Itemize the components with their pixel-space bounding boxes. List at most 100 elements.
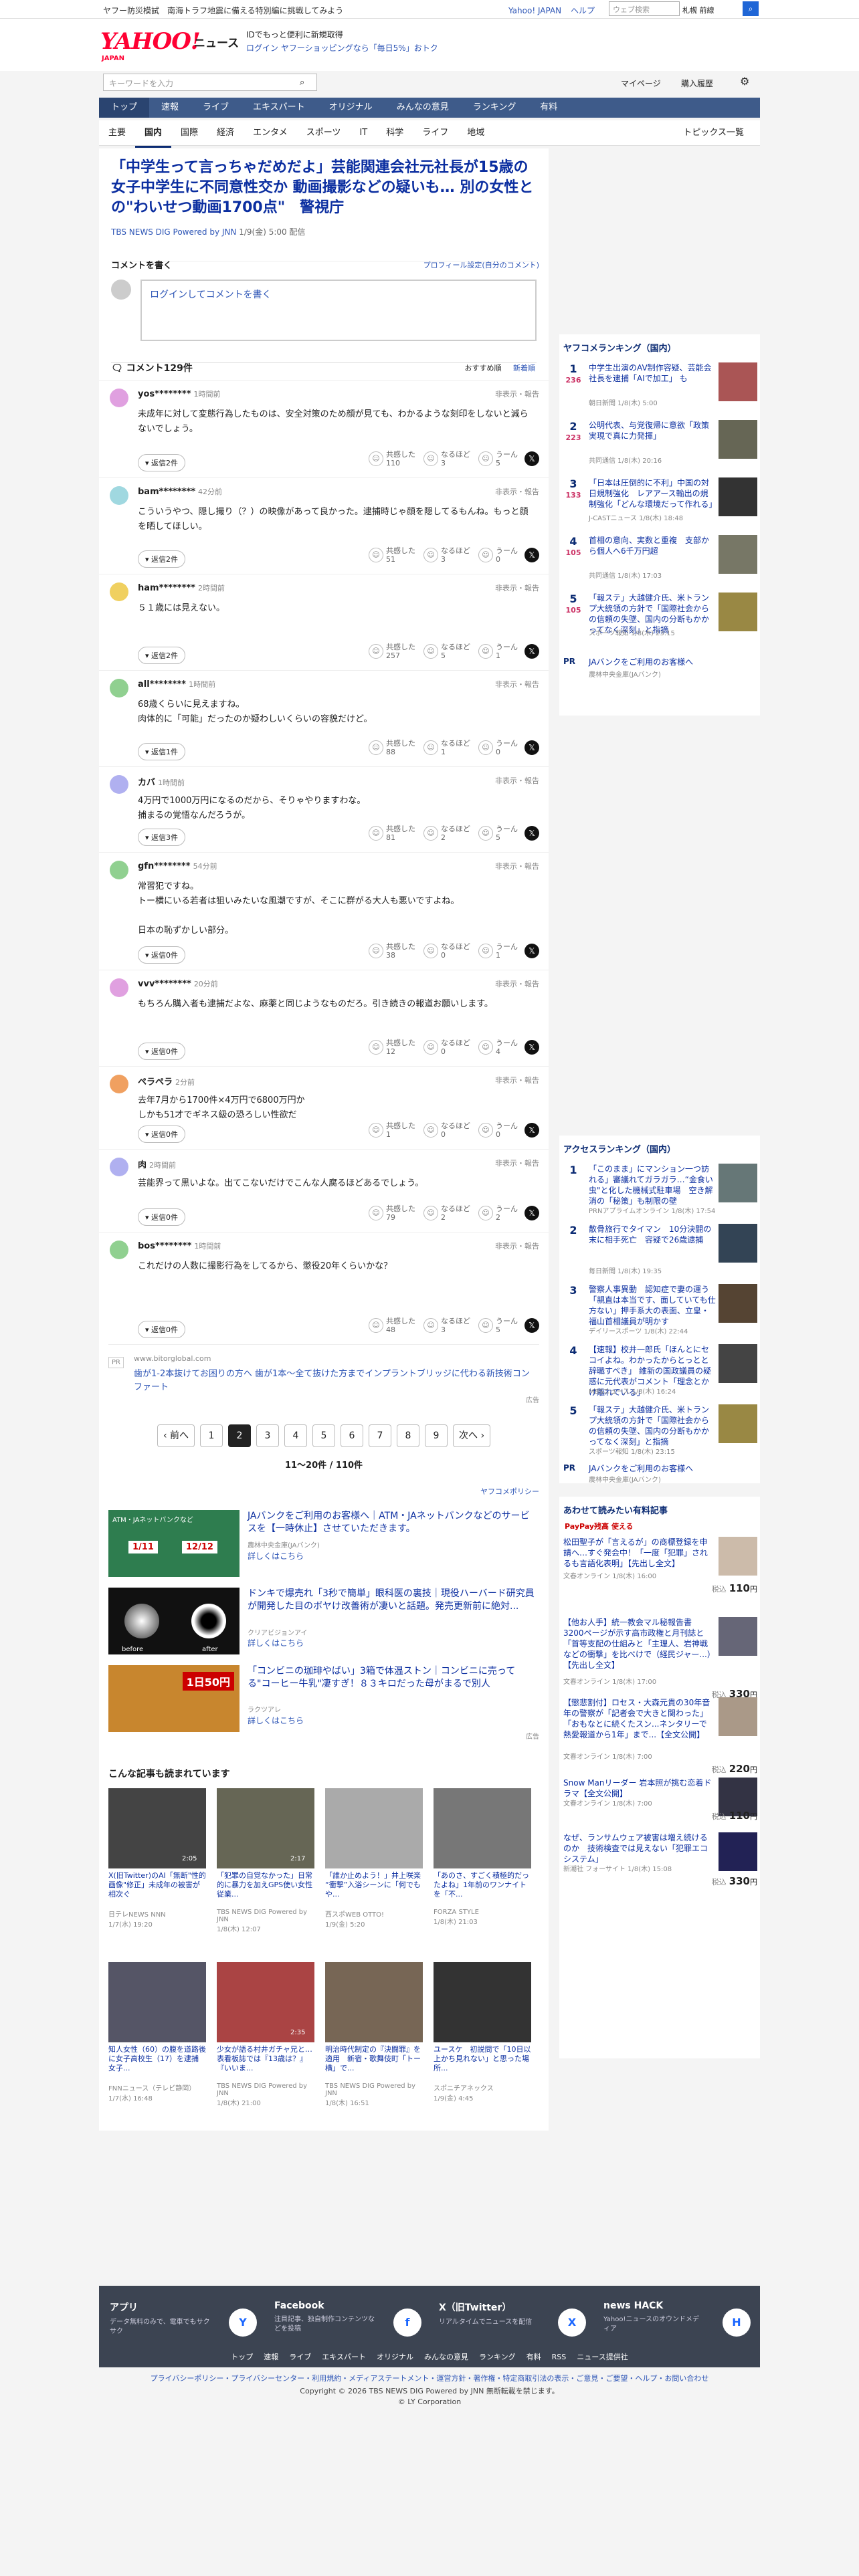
footer-link[interactable]: オリジナル (377, 2353, 413, 2361)
reply-button[interactable]: ▾ 返信0件 (138, 1208, 186, 1226)
x-share-icon[interactable]: 𝕏 (524, 451, 539, 466)
avatar[interactable] (110, 775, 128, 794)
footer-link[interactable]: 有料 (527, 2353, 541, 2361)
related-card[interactable]: 知人女性（60）の腹を道路後に女子高校生（17）を逮捕 女子... FNNニュース… (108, 1962, 206, 2103)
footer-link[interactable]: ライブ (289, 2353, 311, 2361)
profile-link[interactable]: プロフィール設定(自分のコメント) (423, 259, 539, 270)
ad-title-ja[interactable]: JAバンクをご利用のお客様へ｜ATM・JAネットバンクなどのサービスを【一時休止… (248, 1510, 535, 1535)
footer-col[interactable]: X（旧Twitter） リアルタイムでニュースを配信 X (439, 2300, 593, 2337)
reaction-hmm[interactable]: ☺ うーん 2 (478, 1204, 518, 1222)
avatar[interactable] (110, 861, 128, 879)
promo-link[interactable]: ヤフー防災模試 南海トラフ地震に備える特別編に挑戦してみよう (103, 5, 343, 16)
reply-button[interactable]: ▾ 返信0件 (138, 946, 186, 964)
reaction-empathy[interactable]: ☺ 共感した 48 (369, 1317, 415, 1334)
paid-thumb[interactable] (719, 1537, 757, 1576)
ranking-item[interactable]: 4 【速報】校井一郎氏「ほんとにセコイよね。わかったからとっとと辞職すべき」 維新… (563, 1344, 757, 1400)
mypage-link[interactable]: マイページ (621, 78, 661, 89)
footer-link[interactable]: ニュース提供社 (577, 2353, 628, 2361)
rank-thumb[interactable] (719, 1344, 757, 1383)
web-search-input[interactable]: ウェブ検索 (609, 1, 680, 16)
cat-entertainment[interactable]: エンタメ (244, 120, 297, 146)
rank-thumb[interactable] (719, 420, 757, 459)
cat-science[interactable]: 科学 (377, 120, 413, 146)
comment-author[interactable]: ペラペラ 2分前 (138, 1075, 195, 1087)
reaction-empathy[interactable]: ☺ 共感した 12 (369, 1039, 415, 1056)
nav-original[interactable]: オリジナル (317, 98, 385, 118)
reaction-empathy[interactable]: ☺ 共感した 81 (369, 825, 415, 842)
page-2[interactable]: 2 (228, 1424, 251, 1447)
avatar[interactable] (110, 1075, 128, 1093)
ranking-pr-title[interactable]: JAバンクをご利用のお客様へ (589, 657, 716, 667)
reply-button[interactable]: ▾ 返信1件 (138, 743, 186, 760)
related-thumb[interactable] (108, 1962, 206, 2042)
policy-links[interactable]: プライバシーポリシー・プライバシーセンター・利用規約・メディアステートメント・運… (0, 2373, 859, 2383)
cat-main[interactable]: 主要 (99, 120, 135, 146)
ad-title-eye[interactable]: ドンキで爆売れ「3秒で簡単」眼科医の裏技｜現役ハーバード研究員が開発した目のボヤ… (248, 1588, 535, 1613)
article-source[interactable]: TBS NEWS DIG Powered by JNN (111, 227, 236, 237)
avatar[interactable] (110, 1158, 128, 1176)
nav-ranking[interactable]: ランキング (461, 98, 529, 118)
rank-title[interactable]: 公明代表、与党復帰に意欲「政策実現で真に力発揮」 (589, 420, 716, 441)
nav-top[interactable]: トップ (99, 98, 150, 118)
reply-button[interactable]: ▾ 返信2件 (138, 550, 186, 568)
reaction-hmm[interactable]: ☺ うーん 0 (478, 1121, 518, 1139)
page-9[interactable]: 9 (425, 1424, 448, 1447)
report-link[interactable]: 非表示・報告 (495, 486, 539, 497)
report-link[interactable]: 非表示・報告 (495, 1241, 539, 1251)
reaction-insight[interactable]: ☺ なるほど 2 (423, 1204, 470, 1222)
ranking-pr[interactable]: PR JAバンクをご利用のお客様へ 農林中央金庫(JAバンク) (563, 657, 757, 697)
help-link[interactable]: ヘルプ (571, 6, 595, 15)
avatar[interactable] (110, 679, 128, 697)
ad-image-eye[interactable]: before after (108, 1588, 240, 1654)
paid-title[interactable]: 【他お人手】統一教会マル秘報告書3200ページが示す高市政権と月刊誌と「首等支配… (563, 1617, 712, 1671)
x-share-icon[interactable]: 𝕏 (524, 1206, 539, 1220)
login-promo[interactable]: ログイン ヤフーショッピングなら「毎日5%」おトク (246, 41, 438, 55)
related-title[interactable]: 「あのさ、すごく積極的だったよね」1年前のワンナイトを「不... (434, 1871, 531, 1909)
footer-col[interactable]: アプリ データ無料のみで、電車でもサクサク Y (110, 2300, 264, 2337)
newshack-icon[interactable]: H (723, 2309, 751, 2337)
ranking-item[interactable]: 5 105 「報ステ」大越健介氏、米トランプ大統領の方針で「国際社会からの信頼の失墜… (563, 593, 757, 646)
comment-author[interactable]: カバ 1時間前 (138, 775, 185, 788)
report-link[interactable]: 非表示・報告 (495, 861, 539, 871)
ranking-item[interactable]: 2 223 公明代表、与党復帰に意欲「政策実現で真に力発揮」 共同通信 1/8(木) … (563, 420, 757, 473)
related-thumb[interactable]: 2:35 (217, 1962, 314, 2042)
related-title[interactable]: 「犯罪の自覚なかった」日常的に暴力を加えGPS使い女性従業... (217, 1871, 314, 1909)
related-card[interactable]: 2:35 少女が語る村井ガチャ兄と…表看板誌では『13歳は？』『いいま... TBS… (217, 1962, 314, 2107)
paid-title[interactable]: あわせて読みたい有料記事 (559, 1497, 760, 1523)
reaction-insight[interactable]: ☺ なるほど 5 (423, 643, 470, 660)
reaction-empathy[interactable]: ☺ 共感した 1 (369, 1121, 415, 1139)
search-icon[interactable]: ⌕ (300, 78, 304, 88)
related-thumb[interactable] (325, 1788, 423, 1868)
cat-it[interactable]: IT (350, 120, 377, 146)
related-card[interactable]: 「誰か止めよう！」井上咲楽 “衝撃”入浴シーンに「何でもや... 西スポWEB O… (325, 1788, 423, 1929)
page-3[interactable]: 3 (256, 1424, 279, 1447)
cat-life[interactable]: ライフ (413, 120, 458, 146)
rank-title[interactable]: 中学生出演のAV制作容疑、芸能会社長を逮捕「AIで加工」 も (589, 362, 716, 384)
footer-link[interactable]: ランキング (479, 2353, 516, 2361)
nav-paid[interactable]: 有料 (528, 98, 569, 118)
ad-title-coffee[interactable]: 「コンビニの珈琲やばい」3箱で体温ストン｜コンビニに売ってる"コーヒー牛乳"凄す… (248, 1665, 535, 1691)
ranking-item[interactable]: 3 警察人事異動 認知症で妻の運う「親直は本当です、面していても仕方ない」押手系大… (563, 1284, 757, 1340)
paid-thumb[interactable] (719, 1832, 757, 1871)
rank-thumb[interactable] (719, 593, 757, 631)
reply-button[interactable]: ▾ 返信2件 (138, 647, 186, 664)
x-share-icon[interactable]: 𝕏 (524, 826, 539, 841)
gear-icon[interactable]: ⚙ (740, 75, 749, 88)
paid-item[interactable]: なぜ、ランサムウェア被害は増え続けるのか 技術検査では見えない「犯罪エコシステム… (563, 1832, 757, 1906)
footer-col[interactable]: news HACK Yahoo!ニュースのオウンドメディア H (603, 2300, 757, 2337)
nav-opinion[interactable]: みんなの意見 (385, 98, 461, 118)
paid-item[interactable]: 松田聖子が「言えるが」の商標登録を申請へ…すぐ発会中！「一度「犯罪」されるも言語… (563, 1537, 757, 1610)
footer-link[interactable]: トップ (231, 2353, 253, 2361)
paid-item[interactable]: 【懲悲割付】ロセス・大森元貴の30年音年の警察が「記者会で大きと関わった」「おも… (563, 1697, 757, 1775)
paid-item[interactable]: 【他お人手】統一教会マル秘報告書3200ページが示す高市政権と月刊誌と「首等支配… (563, 1617, 757, 1700)
reaction-insight[interactable]: ☺ なるほど 3 (423, 450, 470, 467)
report-link[interactable]: 非表示・報告 (495, 1158, 539, 1168)
comment-author[interactable]: yos******** 1時間前 (138, 389, 221, 399)
reply-button[interactable]: ▾ 返信2件 (138, 454, 186, 471)
comment-author[interactable]: vvv******** 20分前 (138, 978, 218, 989)
article-title[interactable]: 「中学生って言っちゃだめだよ」芸能関連会社元社長が15歳の女子中学生に不同意性交… (111, 158, 539, 218)
weather[interactable]: 札幌 前線 (682, 5, 714, 15)
avatar[interactable] (110, 978, 128, 997)
report-link[interactable]: 非表示・報告 (495, 978, 539, 989)
related-card[interactable]: 2:05 X(旧Twitter)のAI「無断"性的画像"修正」未成年の被害が相次ぐ… (108, 1788, 206, 1929)
